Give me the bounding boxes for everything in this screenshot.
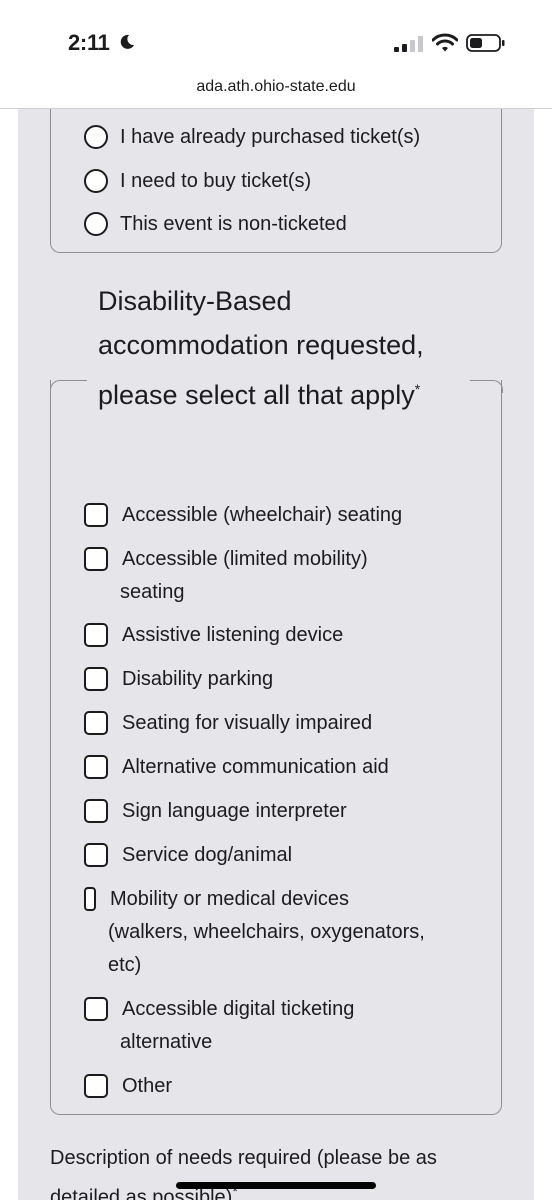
checkbox[interactable]: [84, 711, 108, 735]
checkbox-other[interactable]: Other: [84, 1074, 172, 1103]
url-text: ada.ath.ohio-state.edu: [196, 78, 356, 95]
status-bar: 2:11: [0, 0, 552, 70]
radio-button[interactable]: [84, 169, 108, 193]
label-line: alternative: [120, 1031, 213, 1053]
label-line: etc): [108, 954, 142, 976]
checkbox[interactable]: [84, 997, 108, 1021]
checkbox[interactable]: [84, 843, 108, 867]
checkbox[interactable]: [84, 547, 108, 571]
checkbox-label: Seating for visually impaired: [122, 712, 373, 734]
page-content: I have already purchased ticket(s) I nee…: [0, 109, 552, 1200]
checkbox-visually-impaired-seating[interactable]: Seating for visually impaired: [84, 711, 372, 740]
label-line: Accessible digital ticketing: [122, 998, 355, 1020]
label-line: (walkers, wheelchairs, oxygenators,: [108, 921, 425, 943]
required-mark: *: [414, 381, 421, 397]
radio-label: I have already purchased ticket(s): [120, 125, 421, 148]
checkbox[interactable]: [84, 755, 108, 779]
radio-button[interactable]: [84, 125, 108, 149]
form-panel: I have already purchased ticket(s) I nee…: [18, 109, 534, 1200]
home-indicator[interactable]: [176, 1182, 376, 1189]
checkbox-label: Accessible digital ticketing alternative: [120, 993, 355, 1059]
label-line: seating: [120, 581, 185, 603]
checkbox-label: Sign language interpreter: [122, 800, 347, 822]
checkbox-assistive-listening[interactable]: Assistive listening device: [84, 623, 343, 652]
label-line: Accessible (limited mobility): [122, 548, 368, 570]
checkbox-mobility-devices[interactable]: Mobility or medical devices (walkers, whe…: [84, 887, 425, 982]
description-label: Description of needs required (please be…: [50, 1142, 510, 1200]
checkbox-label: Accessible (wheelchair) seating: [122, 504, 403, 526]
radio-already-purchased[interactable]: I have already purchased ticket(s): [84, 120, 420, 154]
checkbox-label: Assistive listening device: [122, 624, 344, 646]
radio-button[interactable]: [84, 212, 108, 236]
checkbox[interactable]: [84, 799, 108, 823]
moon-icon: [120, 34, 134, 49]
accommodation-legend: Disability-Based accommodation requested…: [98, 279, 458, 417]
checkbox[interactable]: [84, 623, 108, 647]
status-time: 2:11: [68, 30, 110, 55]
description-label-text: Description of needs required (please be…: [50, 1147, 437, 1200]
checkbox-label: Mobility or medical devices (walkers, whe…: [108, 883, 425, 982]
battery-icon: [466, 34, 505, 52]
wifi-icon: [432, 33, 458, 52]
checkbox[interactable]: [84, 667, 108, 691]
checkbox-service-animal[interactable]: Service dog/animal: [84, 843, 292, 872]
checkbox-label: Alternative communication aid: [122, 756, 389, 778]
legend-text: Disability-Based accommodation requested…: [98, 286, 424, 410]
checkbox[interactable]: [84, 503, 108, 527]
label-line: Mobility or medical devices: [110, 888, 349, 910]
checkbox-label: Disability parking: [122, 668, 274, 690]
checkbox[interactable]: [84, 887, 96, 911]
radio-non-ticketed[interactable]: This event is non-ticketed: [84, 207, 347, 241]
radio-need-to-buy[interactable]: I need to buy ticket(s): [84, 164, 311, 198]
checkbox-label: Accessible (limited mobility) seating: [120, 543, 368, 609]
radio-label: This event is non-ticketed: [120, 212, 347, 235]
checkbox-sign-language[interactable]: Sign language interpreter: [84, 799, 347, 828]
checkbox-digital-ticketing[interactable]: Accessible digital ticketing alternative: [84, 997, 354, 1059]
address-bar[interactable]: ada.ath.ohio-state.edu: [0, 70, 552, 109]
checkbox-communication-aid[interactable]: Alternative communication aid: [84, 755, 389, 784]
checkbox-label: Other: [122, 1075, 173, 1097]
cellular-signal-icon: [394, 36, 423, 52]
checkbox-limited-mobility-seating[interactable]: Accessible (limited mobility) seating: [84, 547, 368, 609]
radio-label: I need to buy ticket(s): [120, 169, 312, 192]
checkbox-wheelchair-seating[interactable]: Accessible (wheelchair) seating: [84, 503, 402, 532]
checkbox-disability-parking[interactable]: Disability parking: [84, 667, 273, 696]
checkbox-label: Service dog/animal: [122, 844, 293, 866]
checkbox[interactable]: [84, 1074, 108, 1098]
